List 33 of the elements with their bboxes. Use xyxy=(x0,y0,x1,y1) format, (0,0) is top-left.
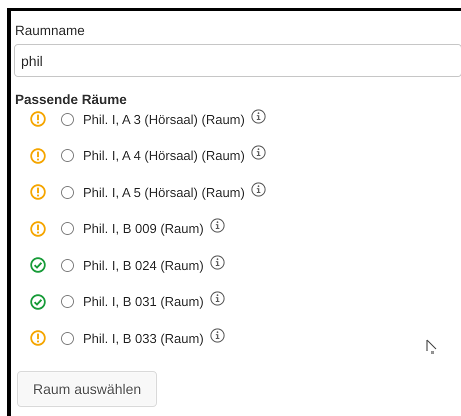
info-icon[interactable] xyxy=(210,218,225,234)
info-icon[interactable] xyxy=(250,108,266,124)
warning-icon xyxy=(30,184,46,200)
warning-icon xyxy=(30,330,46,346)
select-room-button[interactable]: Raum auswählen xyxy=(17,371,158,407)
room-name: Phil. I, B 009 (Raum) xyxy=(83,221,204,236)
warning-icon xyxy=(30,111,46,128)
radio-button[interactable] xyxy=(61,258,74,272)
radio-button[interactable] xyxy=(61,222,74,236)
cursor-icon xyxy=(426,339,438,355)
info-icon[interactable] xyxy=(250,182,266,197)
section-heading: Passende Räume xyxy=(15,92,128,107)
room-name: Phil. I, A 5 (Hörsaal) (Raum) xyxy=(83,184,245,200)
radio-button[interactable] xyxy=(61,295,74,308)
check-circle-icon xyxy=(30,257,46,274)
info-icon[interactable] xyxy=(210,291,225,306)
check-circle-icon xyxy=(30,294,46,310)
warning-icon xyxy=(30,148,46,164)
field-label: Raumname xyxy=(15,23,86,38)
radio-button[interactable] xyxy=(61,332,74,345)
room-name: Phil. I, B 031 (Raum) xyxy=(83,294,204,310)
radio-button[interactable] xyxy=(61,112,74,126)
input-field[interactable]: phil xyxy=(14,44,461,77)
room-name: Phil. I, A 3 (Hörsaal) (Raum) xyxy=(83,112,245,127)
radio-button[interactable] xyxy=(61,186,74,199)
info-icon[interactable] xyxy=(250,145,266,160)
radio-button[interactable] xyxy=(61,149,74,162)
room-name: Phil. I, B 024 (Raum) xyxy=(83,258,204,273)
room-name: Phil. I, A 4 (Hörsaal) (Raum) xyxy=(83,148,245,164)
info-icon[interactable] xyxy=(210,254,225,270)
room-name: Phil. I, B 033 (Raum) xyxy=(83,330,204,346)
info-icon[interactable] xyxy=(210,328,225,343)
warning-icon xyxy=(30,220,46,237)
